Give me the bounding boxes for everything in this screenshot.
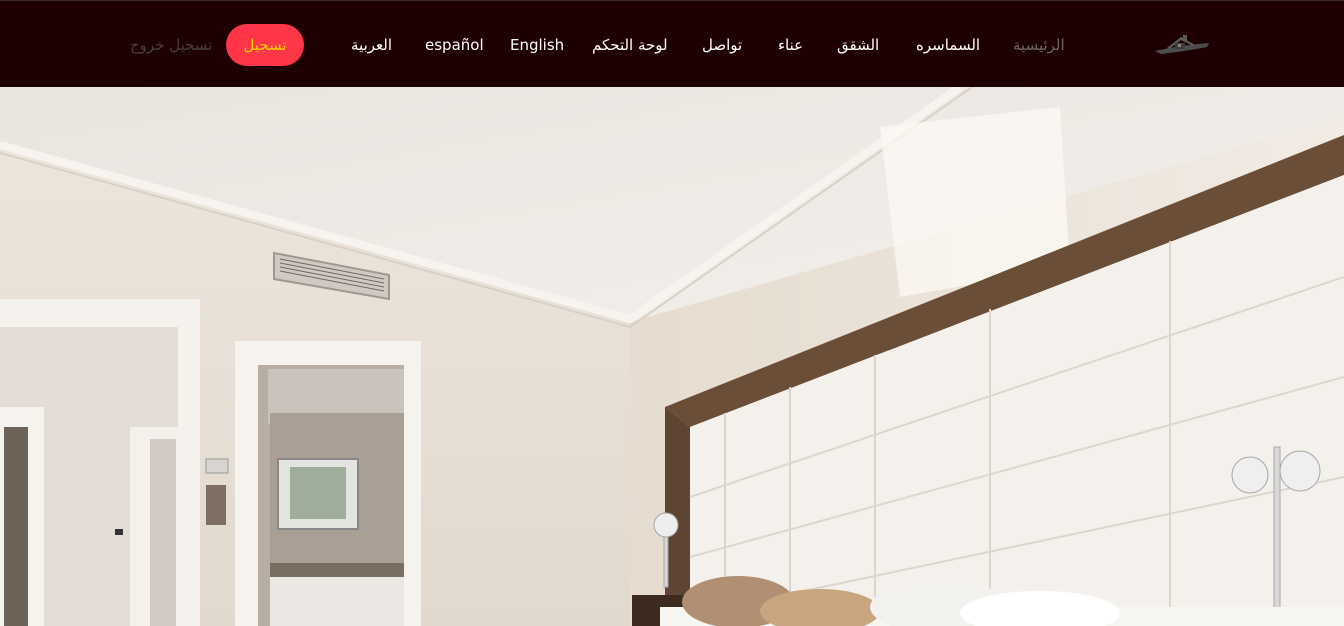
nav-dashboard[interactable]: لوحة التحكم bbox=[592, 35, 668, 55]
nav-home[interactable]: الرئيسية bbox=[1013, 35, 1065, 55]
house-icon bbox=[1155, 35, 1209, 54]
nav-contact[interactable]: تواصل bbox=[702, 35, 742, 55]
bedroom-photo bbox=[0, 87, 1344, 626]
nav-brokers[interactable]: السماسره bbox=[916, 35, 980, 55]
nav-lang-spanish[interactable]: español bbox=[425, 35, 484, 55]
hero-image bbox=[0, 87, 1344, 626]
nav-lang-arabic[interactable]: العربية bbox=[351, 35, 392, 55]
register-button[interactable]: تسجيل bbox=[226, 24, 304, 66]
top-navbar: تسجيل خروج تسجيل العربية español English… bbox=[0, 0, 1344, 87]
logo-house-icon[interactable] bbox=[1153, 31, 1211, 59]
nav-building[interactable]: عناء bbox=[778, 35, 803, 55]
nav-apartments[interactable]: الشقق bbox=[837, 35, 879, 55]
nav-logout[interactable]: تسجيل خروج bbox=[130, 35, 212, 55]
nav-lang-english[interactable]: English bbox=[510, 35, 564, 55]
